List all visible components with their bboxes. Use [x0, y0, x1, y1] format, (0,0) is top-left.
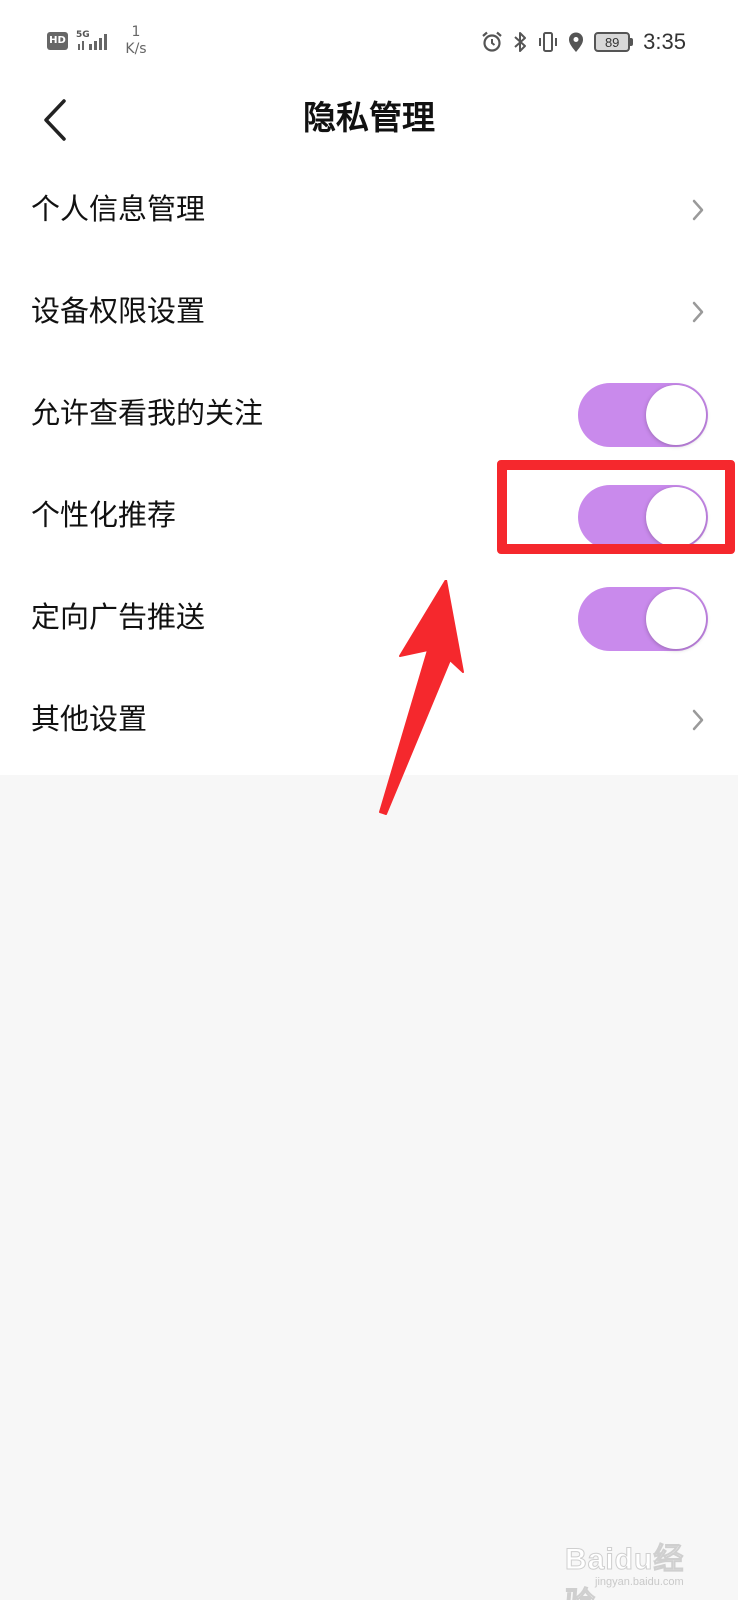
signal-icon: 5G	[76, 30, 110, 52]
chevron-right-icon	[692, 199, 704, 221]
battery-indicator: 89	[594, 32, 634, 52]
chevron-right-icon	[692, 709, 704, 731]
setting-allow-view-following: 允许查看我的关注	[0, 362, 738, 464]
clock: 3:35	[643, 29, 686, 54]
setting-label: 设备权限设置	[31, 294, 206, 328]
setting-device-permissions[interactable]: 设备权限设置	[0, 260, 738, 362]
battery-level: 89	[594, 32, 631, 52]
allow-view-following-toggle[interactable]	[578, 383, 708, 447]
targeted-ads-toggle[interactable]	[578, 587, 708, 651]
watermark-site: jingyan.baidu.com	[595, 1576, 684, 1588]
alarm-icon	[482, 31, 502, 52]
setting-targeted-ads: 定向广告推送	[0, 566, 738, 668]
vibrate-icon	[539, 32, 558, 52]
signal-bars-icon	[78, 34, 107, 50]
toggle-knob	[646, 589, 706, 649]
setting-personal-info[interactable]: 个人信息管理	[0, 158, 738, 260]
baidu-watermark-logo: Baidu经验	[565, 1543, 685, 1600]
setting-label: 允许查看我的关注	[31, 396, 264, 430]
page-title: 隐私管理	[303, 98, 435, 137]
status-bar: HD 5G 1 K/s 89 3:35	[0, 0, 738, 84]
setting-label: 个人信息管理	[31, 192, 206, 226]
annotation-highlight-box	[497, 460, 735, 554]
toggle-knob	[646, 385, 706, 445]
app-header: 隐私管理	[0, 84, 738, 160]
setting-label: 定向广告推送	[31, 600, 206, 634]
setting-other[interactable]: 其他设置	[0, 668, 738, 770]
hd-badge: HD	[47, 32, 68, 50]
location-icon	[569, 32, 584, 52]
setting-label: 个性化推荐	[31, 498, 177, 532]
setting-label: 其他设置	[31, 702, 148, 736]
annotation-arrow-icon	[379, 580, 464, 815]
chevron-right-icon	[692, 301, 704, 323]
bluetooth-icon	[514, 32, 527, 52]
network-speed: 1 K/s	[125, 24, 147, 57]
